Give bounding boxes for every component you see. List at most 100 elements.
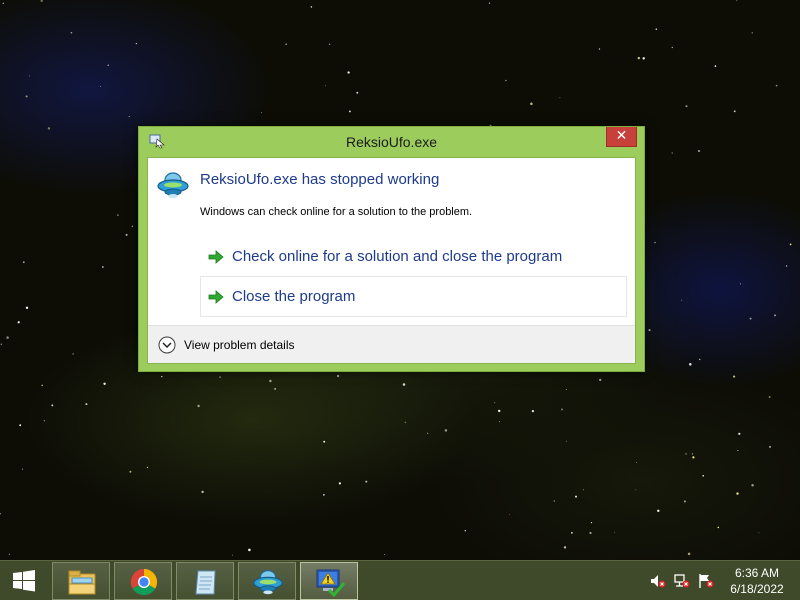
star (201, 490, 204, 494)
green-arrow-icon (208, 290, 224, 304)
star (427, 432, 429, 434)
star (269, 379, 272, 383)
star (128, 115, 130, 118)
star (642, 57, 645, 60)
system-clock[interactable]: 6:36 AM 6/18/2022 (722, 565, 792, 597)
star (654, 241, 656, 244)
star (25, 95, 28, 98)
ufo-icon (253, 570, 283, 595)
star (8, 553, 10, 555)
taskbar-problem-reporting[interactable] (300, 562, 358, 600)
star (559, 97, 561, 99)
star (494, 402, 496, 404)
star (25, 306, 29, 310)
network-error-icon[interactable] (674, 573, 690, 589)
star (785, 265, 788, 267)
star (498, 409, 501, 413)
taskbar: 6:36 AM 6/18/2022 (0, 560, 800, 600)
star (736, 0, 738, 2)
star (571, 532, 573, 534)
star (697, 149, 701, 153)
star (129, 470, 132, 473)
star (683, 500, 686, 503)
close-button[interactable]: ✕ (606, 127, 637, 147)
volume-muted-icon[interactable] (650, 573, 666, 589)
star (22, 261, 25, 264)
star (444, 429, 448, 432)
action-center-flag-icon[interactable] (698, 573, 714, 589)
taskbar-chrome[interactable] (114, 562, 172, 600)
star (671, 46, 673, 49)
star (43, 420, 46, 422)
star (323, 494, 325, 496)
star (365, 480, 368, 483)
check-online-label: Check online for a solution and close th… (232, 248, 563, 265)
star (736, 492, 739, 495)
star (337, 374, 340, 378)
star (70, 31, 73, 34)
ufo-icon (157, 172, 189, 198)
warning-monitor-icon (316, 569, 346, 598)
view-problem-details-link[interactable]: View problem details (184, 338, 295, 352)
star (702, 475, 704, 477)
star (328, 43, 331, 45)
star (131, 225, 134, 227)
star (691, 453, 693, 455)
star (107, 64, 110, 67)
star (751, 32, 753, 34)
taskbar-reksio-ufo[interactable] (238, 562, 296, 600)
windows-logo-icon (13, 570, 35, 592)
star (72, 353, 74, 355)
window-title: ReksioUfo.exe (345, 134, 438, 150)
star (323, 440, 326, 443)
star (582, 489, 584, 491)
star (499, 421, 501, 423)
chevron-down-icon[interactable] (158, 336, 176, 354)
star (749, 317, 752, 320)
star (404, 421, 407, 424)
star (219, 376, 221, 378)
title-bar[interactable]: ReksioUfo.exe ✕ (139, 127, 644, 157)
details-footer: View problem details (148, 325, 635, 363)
star (563, 546, 567, 549)
star (751, 484, 754, 487)
taskbar-file-explorer[interactable] (52, 562, 110, 600)
star (402, 383, 406, 386)
star (274, 388, 276, 390)
star (773, 314, 777, 317)
star (733, 375, 736, 378)
star (102, 266, 104, 268)
error-dialog: ReksioUfo.exe ✕ ReksioUfo.exe has stoppe… (138, 126, 645, 372)
star (285, 43, 287, 45)
star (636, 462, 638, 463)
star (40, 0, 43, 3)
star (2, 2, 5, 5)
star (509, 514, 510, 515)
star (41, 384, 43, 387)
folder-icon (68, 570, 96, 595)
star (22, 468, 24, 470)
check-online-button[interactable]: Check online for a solution and close th… (200, 236, 627, 277)
star (768, 396, 771, 398)
star (248, 548, 251, 552)
notepad-icon (195, 570, 216, 595)
star (348, 110, 351, 113)
star (769, 445, 771, 448)
start-button[interactable] (0, 561, 48, 600)
clock-time: 6:36 AM (734, 566, 780, 580)
star (565, 440, 567, 442)
star (775, 84, 778, 87)
star (648, 329, 651, 332)
clock-date: 6/18/2022 (730, 582, 784, 596)
star (324, 85, 326, 87)
star (717, 526, 720, 529)
star (738, 432, 741, 435)
star (789, 243, 792, 246)
star (714, 65, 717, 67)
star (51, 404, 54, 407)
taskbar-notepad[interactable] (176, 562, 234, 600)
star (103, 382, 106, 385)
close-program-button[interactable]: Close the program (200, 276, 627, 317)
star (698, 358, 701, 361)
star (635, 489, 637, 491)
